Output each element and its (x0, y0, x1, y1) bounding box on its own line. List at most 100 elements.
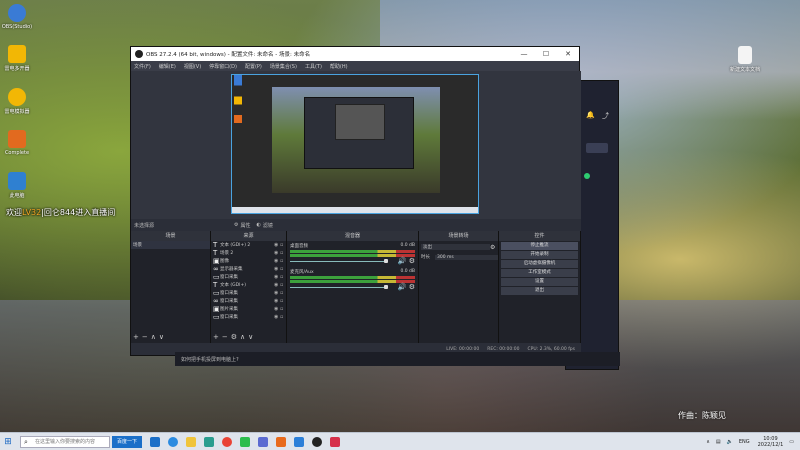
taskbar: ⊞ ⌕ 在这里输入你要搜索的内容 百度一下 ∧ ▤ 🔈 ENG 10:09 20… (0, 432, 800, 450)
lock-icon[interactable]: ▫ (280, 298, 286, 304)
transition-select[interactable]: 淡出 ⚙ (419, 243, 498, 251)
studio-mode-button[interactable]: 工作室模式 (501, 269, 578, 277)
settings-button[interactable]: 设置 (501, 278, 578, 286)
menu-scene-collection[interactable]: 场景集合(S) (270, 63, 297, 70)
source-item[interactable]: T 文本 (GDI+) ◉ ▫ (211, 281, 286, 289)
volume-slider[interactable] (290, 259, 415, 263)
lock-icon[interactable]: ▫ (280, 314, 286, 320)
window-source-icon: ∞ (213, 297, 219, 305)
start-recording-button[interactable]: 开始录制 (501, 251, 578, 259)
menu-profile[interactable]: 配置(P) (245, 63, 262, 70)
filter-icon[interactable]: ◐ (257, 222, 261, 228)
volume-slider[interactable] (290, 285, 415, 289)
app-icon[interactable] (294, 436, 304, 447)
preview-nested-capture (272, 87, 440, 193)
exit-button[interactable]: 退出 (501, 287, 578, 295)
lock-icon[interactable]: ▫ (280, 250, 286, 256)
chevron-up-icon[interactable]: ∧ (706, 439, 710, 445)
chrome-icon[interactable] (222, 436, 232, 447)
desktop-icon-obs[interactable]: OBS(Studio) (0, 4, 34, 30)
store-icon[interactable] (204, 436, 214, 447)
lock-icon[interactable]: ▫ (280, 266, 286, 272)
lock-icon[interactable]: ▫ (280, 290, 286, 296)
dock-title: 混音器 (287, 231, 418, 241)
menu-tools[interactable]: 工具(T) (305, 63, 322, 70)
side-button[interactable] (586, 143, 608, 153)
obs-titlebar[interactable]: OBS 27.2.4 (64 bit, windows) - 配置文件: 未命名… (131, 47, 579, 61)
edge-icon[interactable] (168, 436, 178, 447)
app-icon[interactable] (330, 436, 340, 447)
share-icon[interactable]: ⤴ (602, 111, 609, 121)
source-item[interactable]: T 场景 2 ◉ ▫ (211, 249, 286, 257)
minimize-icon[interactable]: — (513, 50, 535, 58)
menu-docks[interactable]: 停靠窗口(D) (209, 63, 237, 70)
app-icon[interactable] (276, 436, 286, 447)
clock[interactable]: 10:09 2022/12/1 (758, 436, 784, 448)
volume-meter (290, 276, 415, 279)
obs-logo-icon (135, 50, 143, 58)
duration-value: 300 ms (435, 254, 498, 260)
source-item[interactable]: ▣ 图片采集 ◉ ▫ (211, 305, 286, 313)
volume-icon[interactable]: 🔈 (727, 439, 733, 445)
lock-icon[interactable]: ▫ (280, 306, 286, 312)
language-indicator[interactable]: ENG (739, 439, 750, 445)
scene-controls[interactable]: +−∧∨ (133, 333, 167, 341)
source-item[interactable]: ▭ 窗口采集 ◉ ▫ (211, 289, 286, 297)
notification-bar[interactable]: 如何把手机投屏到电脑上? (175, 352, 620, 366)
wechat-icon[interactable] (240, 436, 250, 447)
desktop-icon-complete[interactable]: Complete (0, 130, 34, 156)
desktop-icon-ldplayer[interactable]: 雷电模拟器 (0, 88, 34, 115)
search-input[interactable]: ⌕ 在这里输入你要搜索的内容 (20, 435, 110, 448)
dock-title: 场景转场 (419, 231, 498, 241)
desktop-icon-ldmulti[interactable]: 雷电多开器 (0, 45, 34, 72)
source-item[interactable]: ∞ 显示器采集 ◉ ▫ (211, 265, 286, 273)
gear-icon[interactable]: ⚙ (234, 222, 238, 228)
live-chat-message: 欢迎LV32|回仑844进入直播间 (6, 207, 115, 218)
source-label: 显示器采集 (220, 267, 243, 272)
virtual-camera-button[interactable]: 启动虚拟摄像机 (501, 260, 578, 268)
text-source-icon: T (213, 241, 218, 249)
menu-view[interactable]: 视图(V) (184, 63, 201, 70)
windows-start-icon[interactable]: ⊞ (0, 433, 16, 450)
desktop-icon-textdoc[interactable]: 新建文本文档 (728, 46, 762, 73)
source-item[interactable]: T 文本 (GDI+) 2 ◉ ▫ (211, 241, 286, 249)
obs-window[interactable]: OBS 27.2.4 (64 bit, windows) - 配置文件: 未命名… (130, 46, 581, 356)
filters-button[interactable]: 滤镜 (263, 222, 273, 229)
gear-icon[interactable]: ⚙ (490, 244, 498, 251)
source-item[interactable]: ▭ 窗口采集 ◉ ▫ (211, 273, 286, 281)
menu-file[interactable]: 文件(F) (134, 63, 151, 70)
window-source-icon: ▭ (213, 273, 220, 281)
network-icon[interactable]: ▤ (716, 439, 721, 445)
source-item[interactable]: ▭ 窗口采集 ◉ ▫ (211, 313, 286, 321)
lock-icon[interactable]: ▫ (280, 258, 286, 264)
properties-button[interactable]: 属性 (241, 222, 251, 229)
lock-icon[interactable]: ▫ (280, 274, 286, 280)
duration-field[interactable]: 时长 300 ms (419, 253, 498, 261)
document-icon (738, 46, 752, 64)
source-item[interactable]: ▣ 图像 ◉ ▫ (211, 257, 286, 265)
source-label: 窗口采集 (220, 299, 238, 304)
menu-help[interactable]: 帮助(H) (330, 63, 348, 70)
bell-icon[interactable]: 🔔 (586, 111, 595, 119)
taskview-icon[interactable] (150, 436, 160, 447)
preview-desktop-icons (234, 75, 242, 209)
baidu-button[interactable]: 百度一下 (112, 435, 142, 448)
source-controls[interactable]: +−⚙∧∨ (213, 333, 256, 341)
scenes-dock: 场景 场景 +−∧∨ (131, 231, 211, 343)
file-explorer-icon[interactable] (186, 436, 196, 447)
preview-canvas[interactable] (231, 74, 479, 214)
close-icon[interactable]: ✕ (557, 50, 579, 58)
display-source-icon: ∞ (213, 265, 219, 273)
lock-icon[interactable]: ▫ (280, 282, 286, 288)
scene-item[interactable]: 场景 (131, 241, 210, 249)
notification-icon[interactable]: ▭ (789, 439, 794, 445)
obs-taskbar-icon[interactable] (312, 436, 322, 447)
app-icon[interactable] (258, 436, 268, 447)
menu-edit[interactable]: 编辑(E) (159, 63, 176, 70)
stop-streaming-button[interactable]: 停止推流 (501, 242, 578, 250)
lock-icon[interactable]: ▫ (280, 242, 286, 248)
maximize-icon[interactable]: ☐ (535, 50, 557, 58)
preview-area[interactable] (131, 71, 581, 219)
desktop-icon-thispc[interactable]: 此电脑 (0, 172, 34, 199)
source-item[interactable]: ∞ 窗口采集 ◉ ▫ (211, 297, 286, 305)
